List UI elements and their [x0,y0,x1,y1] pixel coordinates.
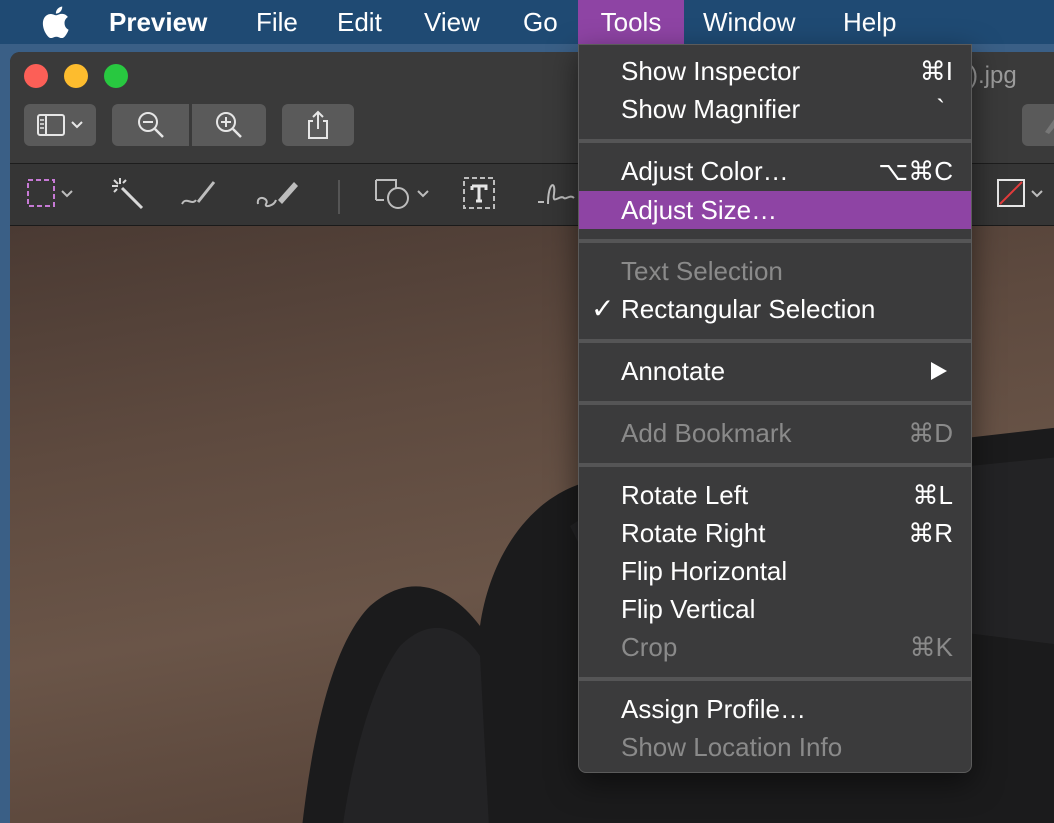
menu-item-label: Text Selection [621,256,783,286]
sidebar-toggle-button[interactable] [24,104,96,146]
menu-separator [579,139,971,143]
close-window-button[interactable] [24,64,48,88]
menu-item-label: Assign Profile… [621,694,806,724]
menu-item-crop: Crop ⌘K [579,628,971,666]
draw-tool-button[interactable] [254,176,302,214]
menu-item-text-selection: Text Selection [579,252,971,290]
menu-item-rectangular-selection[interactable]: ✓ Rectangular Selection [579,290,971,328]
menu-item-label: Rotate Right [621,518,766,548]
menu-item-label: Add Bookmark [621,418,792,448]
menu-item-label: Rectangular Selection [621,294,876,324]
menu-item-shortcut: ⌘D [908,418,953,448]
zoom-out-button[interactable] [112,104,189,146]
menu-edit[interactable]: Edit [323,0,396,44]
menu-tools[interactable]: Tools [578,0,684,44]
menu-separator [579,239,971,243]
toolbar-divider [338,180,340,214]
menu-item-adjust-color[interactable]: Adjust Color… ⌥⌘C [579,152,971,190]
markup-toolbar-button[interactable] [1022,104,1054,146]
menu-item-label: Rotate Left [621,480,749,510]
menu-item-shortcut: ⌥⌘C [878,156,953,186]
border-color-icon [996,178,1026,213]
sketch-pen-icon [178,176,220,215]
chevron-down-icon [1030,186,1044,204]
tools-menu-dropdown: Show Inspector ⌘I Show Magnifier ` Adjus… [578,44,972,773]
magic-wand-icon [110,176,144,215]
menu-item-rotate-right[interactable]: Rotate Right ⌘R [579,514,971,552]
markup-pen-icon [1041,114,1054,136]
menu-bar: Preview File Edit View Go Tools Window H… [0,0,1054,44]
menu-item-show-location-info: Show Location Info [579,728,971,766]
menu-item-adjust-size[interactable]: Adjust Size… [579,191,971,229]
rectangular-selection-icon [26,178,56,213]
zoom-in-button[interactable] [192,104,266,146]
window-title: ).jpg [970,62,1017,89]
menu-item-shortcut: ⌘I [919,56,953,86]
menu-item-label: Show Inspector [621,56,801,86]
draw-pen-icon [254,176,302,215]
menu-item-label: Flip Vertical [621,594,756,624]
menu-item-add-bookmark: Add Bookmark ⌘D [579,414,971,452]
text-tool-button[interactable] [462,176,496,214]
chevron-down-icon [70,120,84,130]
menu-item-label: Flip Horizontal [621,556,788,586]
menu-item-shortcut: ⌘L [912,480,953,510]
submenu-arrow-icon [931,362,947,380]
share-button[interactable] [282,104,354,146]
menu-separator [579,463,971,467]
zoom-in-icon [214,110,244,140]
checkmark-icon: ✓ [591,293,615,324]
menu-item-annotate[interactable]: Annotate [579,352,971,390]
menu-separator [579,401,971,405]
signature-icon [534,176,578,215]
menu-item-label: Show Location Info [621,732,843,762]
menu-item-assign-profile[interactable]: Assign Profile… [579,690,971,728]
menu-item-shortcut: ⌘K [909,632,953,662]
selection-tool-button[interactable] [26,176,74,214]
chevron-down-icon [60,186,74,204]
menu-item-label: Adjust Color… [621,156,789,186]
menu-item-show-inspector[interactable]: Show Inspector ⌘I [579,52,971,90]
minimize-window-button[interactable] [64,64,88,88]
menu-item-label: Show Magnifier [621,94,801,124]
menu-go[interactable]: Go [509,0,572,44]
menu-help[interactable]: Help [829,0,910,44]
menu-item-shortcut: ⌘R [908,518,953,548]
menu-item-label: Adjust Size… [621,195,778,225]
menu-separator [579,339,971,343]
shapes-icon [374,176,412,215]
instant-alpha-button[interactable] [110,176,144,214]
menu-view[interactable]: View [410,0,494,44]
border-color-button[interactable] [996,176,1044,214]
sign-tool-button[interactable] [534,176,578,214]
menu-separator [579,677,971,681]
menu-item-label: Annotate [621,356,726,386]
sidebar-icon [36,113,66,137]
menu-item-rotate-left[interactable]: Rotate Left ⌘L [579,476,971,514]
shapes-tool-button[interactable] [374,176,430,214]
menu-file[interactable]: File [242,0,312,44]
menu-preview[interactable]: Preview [95,0,221,44]
zoom-window-button[interactable] [104,64,128,88]
menu-item-flip-horizontal[interactable]: Flip Horizontal [579,552,971,590]
menu-item-flip-vertical[interactable]: Flip Vertical [579,590,971,628]
sketch-tool-button[interactable] [178,176,220,214]
menu-item-show-magnifier[interactable]: Show Magnifier ` [579,90,971,128]
menu-window[interactable]: Window [689,0,809,44]
menu-item-label: Crop [621,632,678,662]
text-box-icon [462,176,496,215]
menu-item-shortcut: ` [936,94,945,124]
zoom-out-icon [136,110,166,140]
apple-logo-icon[interactable] [40,6,70,39]
share-icon [305,110,331,140]
chevron-down-icon [416,186,430,204]
